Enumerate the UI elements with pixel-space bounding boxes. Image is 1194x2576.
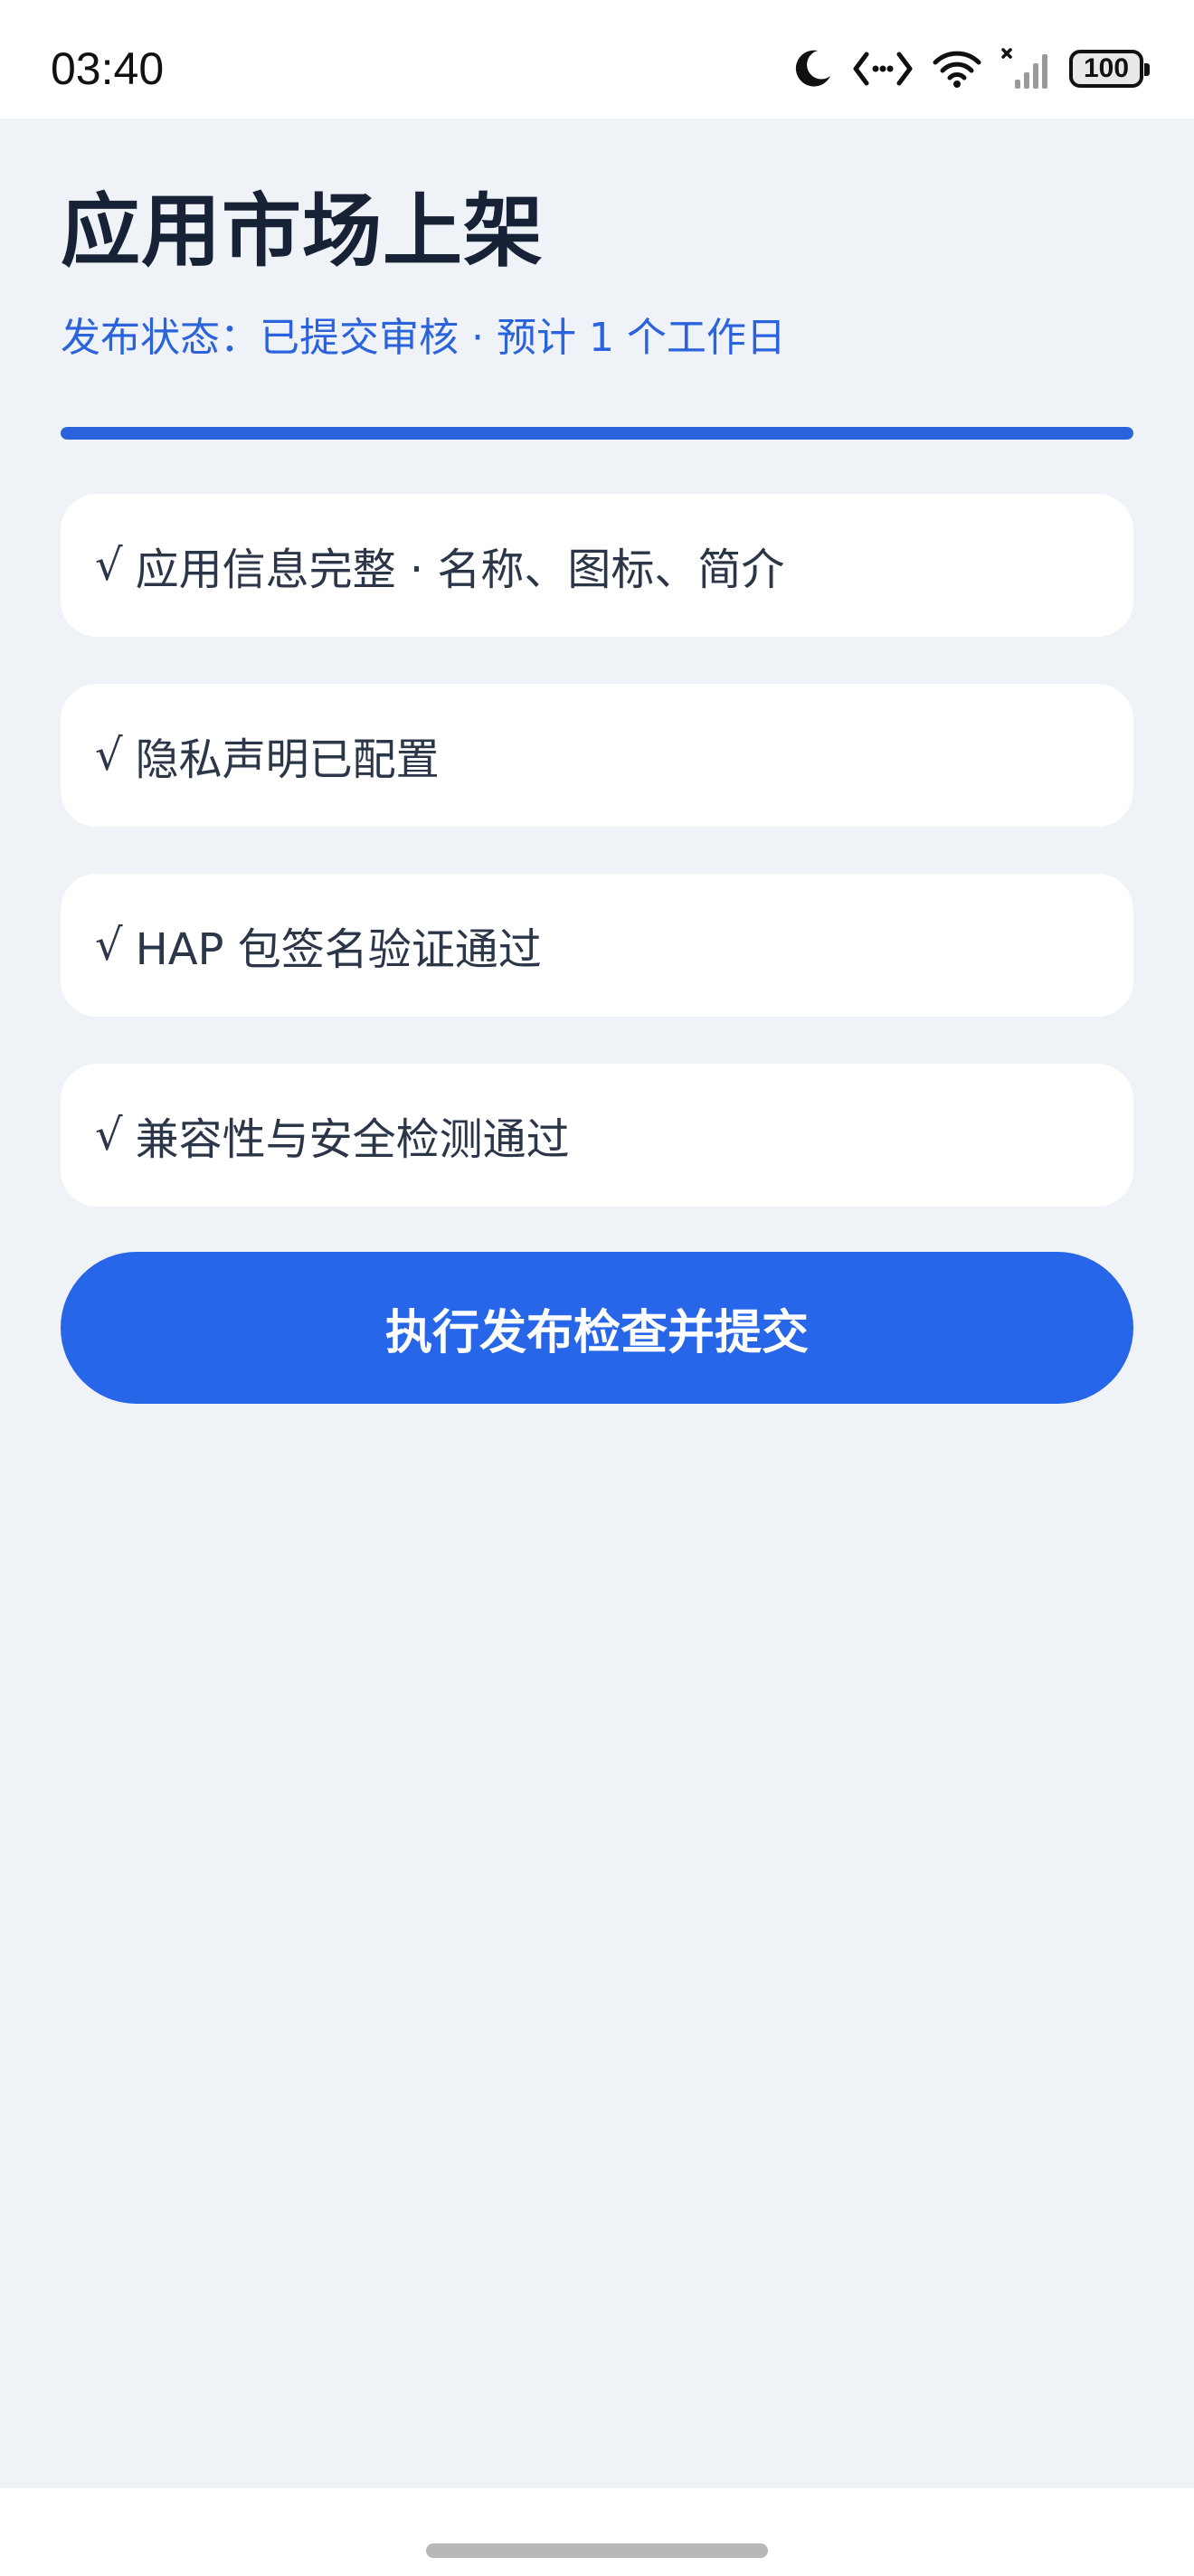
checklist-item-compatibility: √ 兼容性与安全检测通过 (61, 1064, 1133, 1207)
battery-icon: 100 (1069, 50, 1150, 88)
check-mark-icon: √ (95, 730, 123, 781)
cellular-signal-icon (1000, 47, 1051, 90)
status-icons: 100 (791, 40, 1150, 98)
progress-bar (61, 427, 1133, 440)
bottom-navigation-area (0, 2488, 1194, 2576)
checklist-item-privacy: √ 隐私声明已配置 (61, 684, 1133, 827)
home-indicator[interactable] (426, 2543, 768, 2558)
checklist-item-signature: √ HAP 包签名验证通过 (61, 874, 1133, 1017)
publish-status-text: 发布状态：已提交审核 · 预计 1 个工作日 (61, 315, 786, 361)
code-brackets-icon (852, 49, 914, 89)
main-content: 应用市场上架 发布状态：已提交审核 · 预计 1 个工作日 √ 应用信息完整 ·… (0, 118, 1194, 2488)
check-mark-icon: √ (95, 920, 123, 971)
checklist-item-label: 兼容性与安全检测通过 (135, 1114, 570, 1165)
page-title: 应用市场上架 (61, 185, 545, 278)
checklist: √ 应用信息完整 · 名称、图标、简介 √ 隐私声明已配置 √ HAP 包签名验… (61, 494, 1133, 1254)
check-mark-icon: √ (95, 540, 123, 591)
moon-icon (791, 47, 834, 90)
progress-bar-fill (61, 427, 1133, 440)
checklist-item-app-info: √ 应用信息完整 · 名称、图标、简介 (61, 494, 1133, 637)
wifi-icon (932, 48, 982, 90)
checklist-item-label: 隐私声明已配置 (135, 734, 440, 785)
status-bar: 03:40 100 (0, 0, 1194, 118)
status-time: 03:40 (51, 43, 165, 94)
battery-level: 100 (1083, 53, 1130, 83)
submit-button[interactable]: 执行发布检查并提交 (61, 1252, 1133, 1404)
checklist-item-label: 应用信息完整 · 名称、图标、简介 (135, 545, 785, 595)
checklist-item-label: HAP 包签名验证通过 (135, 924, 542, 975)
check-mark-icon: √ (95, 1110, 123, 1160)
